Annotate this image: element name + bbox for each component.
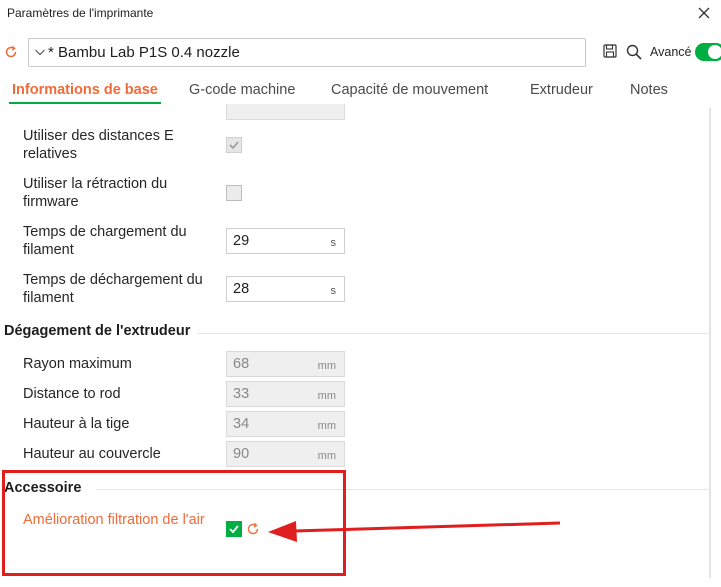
firmware-retraction-checkbox[interactable] xyxy=(226,185,242,201)
firmware-retraction-label: Utiliser la rétraction du firmware xyxy=(23,176,168,210)
max-radius-unit: mm xyxy=(317,360,336,372)
height-rod-unit: mm xyxy=(317,420,336,432)
section-divider xyxy=(198,333,710,334)
unload-time-input[interactable]: 28 s xyxy=(226,276,345,302)
height-rod-label: Hauteur à la tige xyxy=(23,416,130,432)
relative-e-checkbox xyxy=(226,137,242,153)
annotation-arrow-icon xyxy=(268,521,561,542)
scrollbar[interactable] xyxy=(709,108,711,578)
tab-basic-info[interactable]: Informations de base xyxy=(12,82,158,98)
distance-rod-unit: mm xyxy=(317,390,336,402)
check-icon xyxy=(229,141,239,150)
load-time-label: Temps de chargement du filament xyxy=(23,224,187,258)
extruder-clearance-title: Dégagement de l'extrudeur xyxy=(4,323,191,339)
load-time-unit: s xyxy=(330,237,337,249)
unload-time-label: Temps de déchargement du filament xyxy=(23,272,203,306)
tab-bar: Informations de base G-code machine Capa… xyxy=(0,80,721,104)
relative-e-label: Utiliser des distances E relatives xyxy=(23,128,174,162)
max-radius-input: 68 mm xyxy=(226,351,345,377)
partial-hidden-field xyxy=(226,104,345,120)
unload-time-value: 28 xyxy=(233,281,250,297)
advanced-mode-label: Avancé xyxy=(650,45,692,59)
height-lid-input: 90 mm xyxy=(226,441,345,467)
save-icon[interactable] xyxy=(603,44,617,58)
tab-machine-gcode[interactable]: G-code machine xyxy=(189,82,295,98)
height-lid-unit: mm xyxy=(317,450,336,462)
height-rod-input: 34 mm xyxy=(226,411,345,437)
distance-rod-value: 33 xyxy=(233,386,250,402)
chevron-down-icon xyxy=(35,49,45,56)
preset-name: * Bambu Lab P1S 0.4 nozzle xyxy=(48,44,240,61)
distance-rod-input: 33 mm xyxy=(226,381,345,407)
distance-rod-label: Distance to rod xyxy=(23,386,121,402)
load-time-value: 29 xyxy=(233,233,250,249)
reload-icon[interactable] xyxy=(4,45,18,59)
load-time-input[interactable]: 29 s xyxy=(226,228,345,254)
max-radius-value: 68 xyxy=(233,356,250,372)
search-icon[interactable] xyxy=(626,44,642,60)
unload-time-unit: s xyxy=(330,285,337,297)
advanced-mode-toggle[interactable] xyxy=(695,43,721,61)
tab-extruder[interactable]: Extrudeur xyxy=(530,82,593,98)
max-radius-label: Rayon maximum xyxy=(23,356,132,372)
height-lid-label: Hauteur au couvercle xyxy=(23,446,161,462)
toggle-knob xyxy=(708,45,721,59)
window-title: Paramètres de l'imprimante xyxy=(7,6,154,20)
tab-motion-ability[interactable]: Capacité de mouvement xyxy=(331,82,488,98)
tab-notes[interactable]: Notes xyxy=(630,82,668,98)
close-icon[interactable] xyxy=(695,4,713,22)
height-rod-value: 34 xyxy=(233,416,250,432)
window-titlebar: Paramètres de l'imprimante xyxy=(0,0,721,30)
height-lid-value: 90 xyxy=(233,446,250,462)
preset-select[interactable]: * Bambu Lab P1S 0.4 nozzle xyxy=(28,38,586,67)
